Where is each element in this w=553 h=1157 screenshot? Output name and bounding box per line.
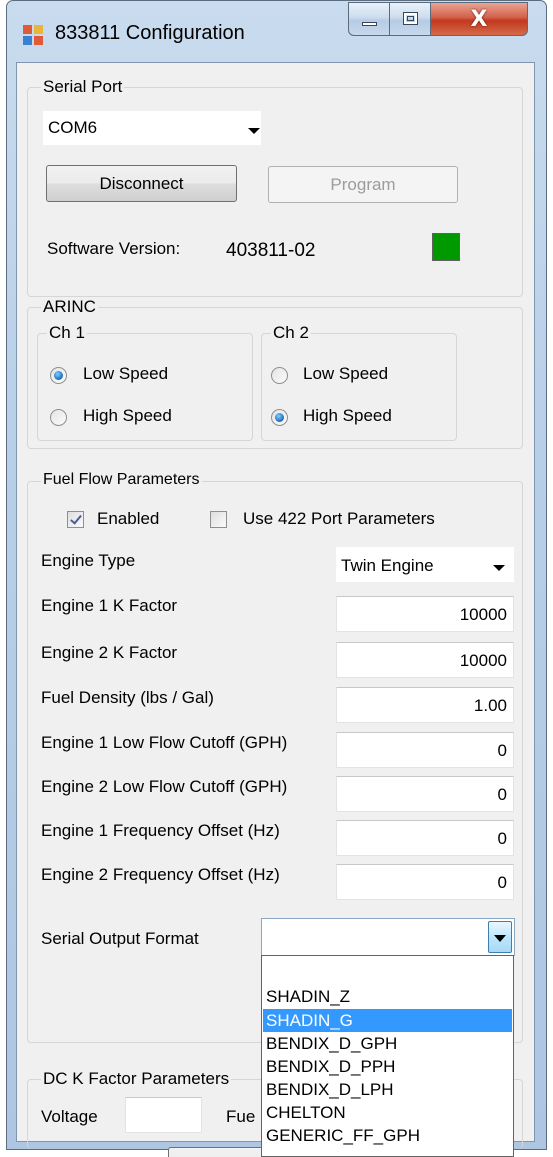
dropdown-option[interactable]: SHADIN_Z: [263, 985, 512, 1008]
serial-output-dropdown-button[interactable]: [488, 921, 512, 953]
field-label: Engine 2 Low Flow Cutoff (GPH): [41, 777, 288, 796]
enabled-checkbox[interactable]: [67, 511, 84, 528]
minimize-button[interactable]: [348, 2, 390, 36]
fuel-label: Fue: [226, 1107, 256, 1126]
serial-output-format-combo[interactable]: [261, 918, 515, 956]
field-value: 10000: [459, 605, 507, 624]
fuel-density-input[interactable]: 1.00: [336, 687, 514, 723]
chevron-down-icon: [248, 128, 260, 134]
voltage-label: Voltage: [41, 1107, 98, 1126]
field-value: 0: [497, 785, 507, 804]
serial-output-format-dropdown-list[interactable]: SHADIN_Z SHADIN_G BENDIX_D_GPH BENDIX_D_…: [261, 955, 514, 1157]
engine2-k-factor-input[interactable]: 10000: [336, 642, 514, 678]
field-label: Engine 1 K Factor: [41, 596, 178, 615]
close-button[interactable]: X: [430, 2, 528, 36]
field-label: Engine 1 Low Flow Cutoff (GPH): [41, 733, 288, 752]
ch1-group-label: Ch 1: [47, 323, 87, 343]
close-icon: X: [470, 7, 488, 32]
dropdown-option[interactable]: GENERIC_FF_GPH: [263, 1124, 512, 1147]
serial-output-format-label: Serial Output Format: [41, 929, 199, 948]
engine-type-value: Twin Engine: [341, 556, 434, 575]
connection-status-indicator: [432, 233, 460, 261]
window-title: 833811 Configuration: [55, 22, 245, 44]
maximize-button[interactable]: [389, 2, 431, 36]
dropdown-option[interactable]: CHELTON: [263, 1101, 512, 1124]
serial-port-combo[interactable]: COM6: [43, 111, 261, 145]
maximize-icon: [403, 12, 418, 25]
ch2-high-speed-label[interactable]: High Speed: [303, 406, 392, 426]
field-value: 0: [497, 829, 507, 848]
field-label: Engine 1 Frequency Offset (Hz): [41, 821, 280, 840]
field-label: Fuel Density (lbs / Gal): [41, 688, 214, 707]
dropdown-option[interactable]: BENDIX_D_LPH: [263, 1078, 512, 1101]
title-bar[interactable]: 833811 Configuration X: [7, 1, 546, 61]
serial-port-value: COM6: [48, 118, 98, 137]
disconnect-button[interactable]: Disconnect: [46, 165, 237, 202]
software-version-label: Software Version:: [47, 239, 181, 258]
ch1-low-speed-radio[interactable]: [50, 367, 67, 384]
fuel-flow-group-label: Fuel Flow Parameters: [41, 471, 202, 489]
app-icon: [23, 25, 43, 45]
enabled-label[interactable]: Enabled: [97, 509, 159, 529]
ch2-high-speed-radio[interactable]: [271, 409, 288, 426]
field-value: 10000: [459, 651, 507, 670]
engine1-frequency-offset-input[interactable]: 0: [336, 820, 514, 856]
field-value: 0: [497, 873, 507, 892]
field-value: 0: [497, 741, 507, 760]
dropdown-option[interactable]: BENDIX_D_PPH: [263, 1055, 512, 1078]
use422-checkbox[interactable]: [210, 511, 227, 528]
engine-type-label: Engine Type: [41, 551, 136, 570]
engine-type-combo[interactable]: Twin Engine: [336, 547, 514, 582]
field-value: 1.00: [473, 696, 507, 715]
dropdown-option-highlighted[interactable]: SHADIN_G: [263, 1009, 512, 1032]
ch2-low-speed-label[interactable]: Low Speed: [303, 364, 388, 384]
field-label: Engine 2 K Factor: [41, 643, 178, 662]
engine1-k-factor-input[interactable]: 10000: [336, 596, 514, 632]
ch1-high-speed-label[interactable]: High Speed: [83, 406, 172, 426]
engine2-low-flow-cutoff-input[interactable]: 0: [336, 776, 514, 812]
ch2-low-speed-radio[interactable]: [271, 367, 288, 384]
dc-k-factor-group-label: DC K Factor Parameters: [41, 1069, 232, 1089]
use422-label[interactable]: Use 422 Port Parameters: [243, 509, 435, 529]
dropdown-option[interactable]: BENDIX_D_GPH: [263, 1032, 512, 1055]
engine1-low-flow-cutoff-input[interactable]: 0: [336, 732, 514, 768]
chevron-down-icon: [494, 935, 506, 942]
ch2-group-label: Ch 2: [271, 323, 311, 343]
field-label: Engine 2 Frequency Offset (Hz): [41, 865, 280, 884]
serial-port-group-label: Serial Port: [41, 77, 125, 97]
software-version-value: 403811-02: [226, 240, 316, 261]
arinc-group-label: ARINC: [41, 297, 98, 317]
chevron-down-icon: [493, 565, 505, 571]
program-button[interactable]: Program: [268, 166, 458, 203]
voltage-input[interactable]: [125, 1097, 202, 1133]
ch1-low-speed-label[interactable]: Low Speed: [83, 364, 168, 384]
dropdown-option[interactable]: [263, 958, 512, 981]
engine2-frequency-offset-input[interactable]: 0: [336, 864, 514, 900]
minimize-icon: [362, 22, 377, 26]
ch1-high-speed-radio[interactable]: [50, 409, 67, 426]
